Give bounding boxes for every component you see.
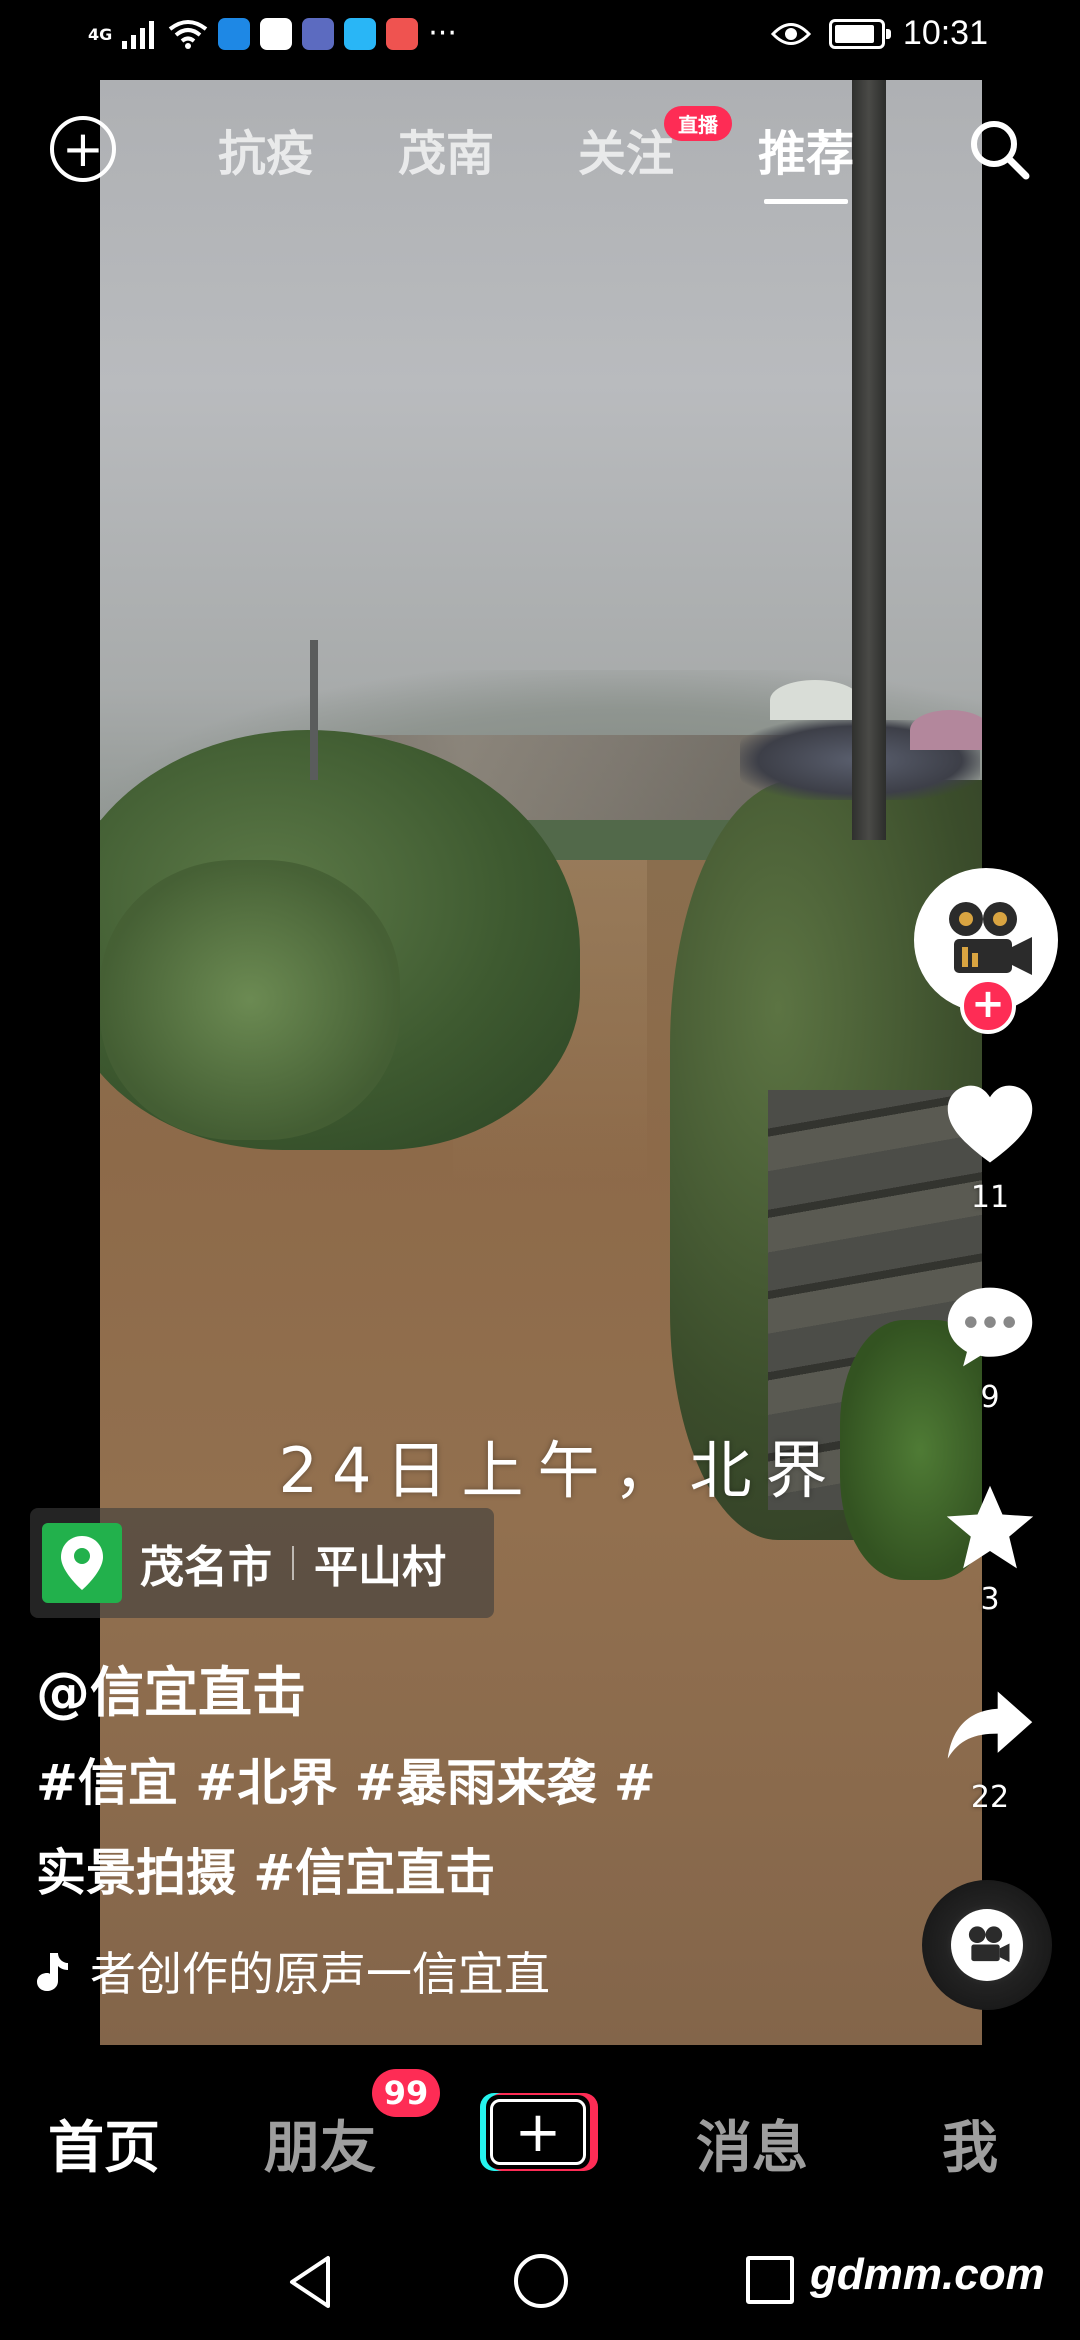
description-line-2: 实景拍摄 #信宜直击 [36, 1844, 496, 1902]
friends-badge: 99 [372, 2069, 440, 2117]
tab-antiepidemic[interactable]: 抗疫 [218, 114, 314, 184]
favorite-count: 3 [980, 1582, 1000, 1617]
clock: 10:31 [902, 14, 988, 52]
add-icon[interactable]: + [50, 116, 116, 182]
create-plus-icon: + [490, 2099, 586, 2165]
like-count: 11 [970, 1180, 1010, 1215]
music-disc-button[interactable] [922, 1880, 1052, 2010]
live-badge: 直播 [664, 106, 732, 141]
favorite-button[interactable]: 3 [900, 1480, 1080, 1617]
watermark: gdmm.com [810, 2250, 1045, 2299]
system-navigation-bar: gdmm.com [0, 2230, 1080, 2340]
tab-recommended-label: 推荐 [758, 126, 855, 182]
tab-me[interactable]: 我 [942, 2103, 998, 2184]
status-right: 10:31 [770, 14, 988, 53]
home-icon[interactable] [514, 2254, 568, 2308]
location-city: 茂名市 [140, 1542, 272, 1593]
like-button[interactable]: 11 [900, 1078, 1080, 1215]
comment-icon [947, 1287, 1033, 1367]
music-app-icon [302, 18, 335, 50]
cloud-app-icon [344, 18, 377, 50]
active-tab-indicator [764, 199, 849, 204]
shield-app-icon [218, 18, 251, 50]
signal-icon [122, 21, 155, 49]
tab-friends[interactable]: 朋友 [264, 2103, 376, 2184]
tab-messages[interactable]: 消息 [696, 2103, 808, 2184]
share-arrow-icon [947, 1691, 1033, 1759]
location-pin-icon [42, 1523, 122, 1603]
tab-maonan[interactable]: 茂南 [398, 114, 494, 184]
huawei-app-icon [386, 18, 419, 50]
follow-button[interactable]: + [960, 978, 1016, 1034]
tab-following[interactable]: 关注 [578, 114, 674, 184]
network-type: 4G [88, 24, 113, 44]
post-description[interactable]: #信宜 #北界 #暴雨来袭 # 实景拍摄 #信宜直击 [36, 1738, 756, 1918]
music-note-icon [37, 1953, 68, 1991]
status-bar: 4G ··· 10:31 [0, 0, 1080, 80]
share-count: 22 [970, 1780, 1010, 1815]
heart-icon [947, 1085, 1033, 1163]
location-tag[interactable]: 茂名市 平山村 [30, 1508, 494, 1618]
star-icon [946, 1485, 1034, 1569]
location-place: 平山村 [314, 1542, 446, 1593]
more-notifications-icon: ··· [428, 16, 457, 51]
eye-comfort-icon [770, 22, 811, 45]
comment-count: 9 [980, 1380, 1000, 1415]
wechat-icon [260, 18, 293, 50]
movie-camera-icon [949, 902, 1032, 975]
music-title: 者创作的原声一信宜直 [90, 1947, 550, 2001]
recents-icon[interactable] [746, 2256, 794, 2304]
top-navigation: + 抗疫 茂南 关注 直播 推荐 [0, 100, 1080, 204]
search-icon[interactable] [964, 114, 1034, 184]
back-icon[interactable] [282, 2252, 342, 2312]
wifi-icon [169, 20, 208, 49]
location-divider [292, 1546, 294, 1580]
comment-button[interactable]: 9 [900, 1278, 1080, 1415]
description-line-1: #信宜 #北界 #暴雨来袭 # [36, 1754, 656, 1812]
bottom-tab-bar: 首页 朋友 99 + 消息 我 [0, 2045, 1080, 2230]
tab-home[interactable]: 首页 [48, 2103, 160, 2184]
share-button[interactable]: 22 [900, 1678, 1080, 1815]
create-button[interactable]: + [480, 2093, 598, 2171]
tab-recommended[interactable]: 推荐 [758, 114, 855, 204]
battery-icon [828, 18, 891, 49]
author-handle[interactable]: @信宜直击 [36, 1648, 306, 1727]
music-marquee[interactable]: 者创作的原声一信宜直 [36, 1938, 596, 2004]
music-disc-camera-icon [968, 1926, 1010, 1963]
status-left: 4G ··· [88, 18, 457, 50]
